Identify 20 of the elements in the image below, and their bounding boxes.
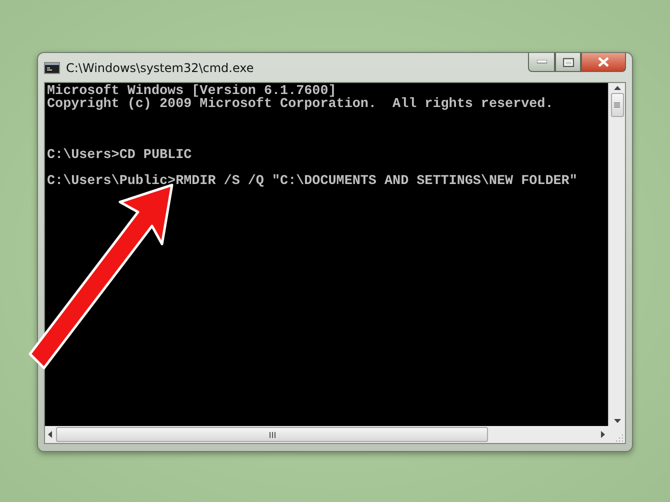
minimize-icon [536, 60, 546, 64]
close-icon [598, 57, 609, 67]
console-output-line: Copyright (c) 2009 Microsoft Corporation. All rights reserved. [47, 98, 554, 112]
maximize-icon [562, 58, 574, 66]
console-command-line: C:\Users>CD PUBLIC [47, 150, 193, 163]
horizontal-scrollbar-thumb[interactable] [56, 427, 488, 442]
scroll-down-icon[interactable] [614, 419, 620, 423]
scroll-up-icon[interactable] [614, 86, 620, 90]
minimize-button[interactable] [528, 53, 555, 72]
maximize-button[interactable] [555, 53, 581, 72]
grip-icon [616, 434, 624, 442]
console-icon [44, 62, 60, 74]
window-title: C:\Windows\system32\cmd.exe [66, 60, 255, 74]
vertical-scrollbar[interactable] [608, 83, 625, 426]
close-button[interactable] [581, 53, 626, 72]
scroll-right-icon[interactable] [601, 431, 605, 438]
scroll-left-icon[interactable] [48, 431, 52, 438]
horizontal-scrollbar[interactable] [45, 426, 608, 443]
vertical-scrollbar-thumb[interactable] [610, 93, 624, 117]
console-command-line: C:\Users\Public>RMDIR /S /Q "C:\DOCUMENTS AND SETTINGS\NEW FOLDER" [47, 176, 578, 188]
